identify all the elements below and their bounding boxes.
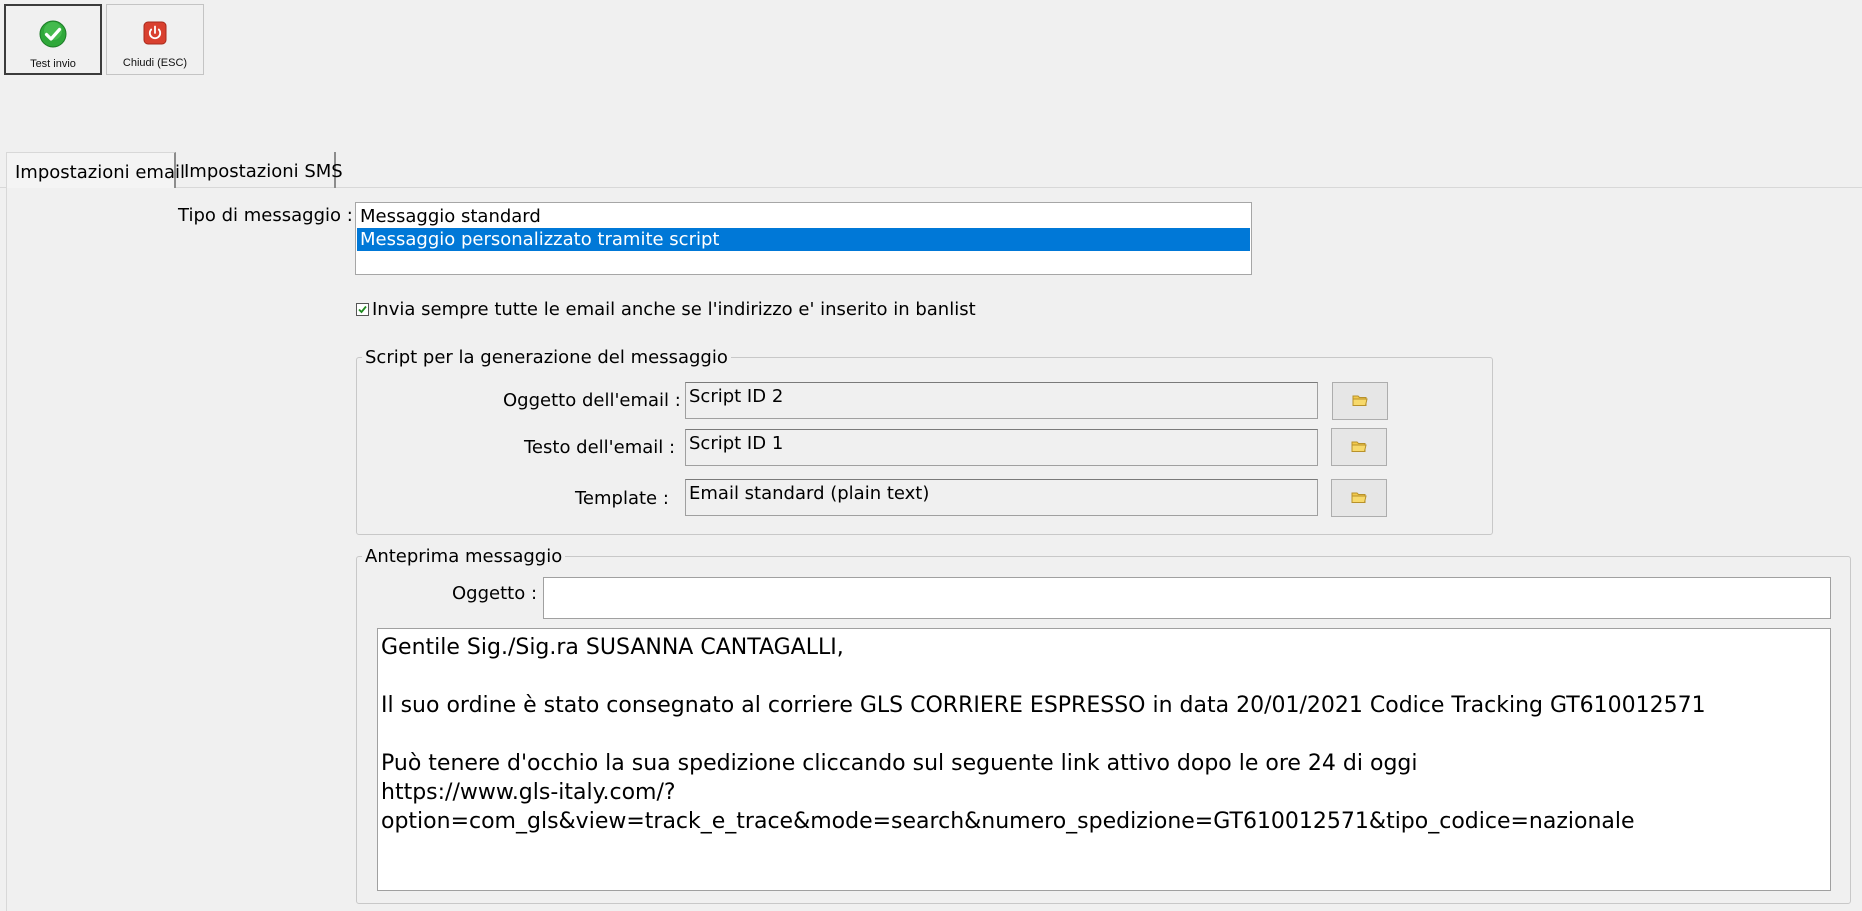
test-send-label: Test invio [30, 58, 76, 70]
checkmark-icon [358, 305, 367, 314]
preview-body-textarea[interactable]: Gentile Sig./Sig.ra SUSANNA CANTAGALLI, … [377, 628, 1831, 891]
message-type-option-script[interactable]: Messaggio personalizzato tramite script [357, 228, 1250, 251]
close-label: Chiudi (ESC) [122, 57, 188, 69]
message-type-label: Tipo di messaggio : [178, 205, 353, 226]
test-send-button[interactable]: Test invio [4, 4, 102, 75]
template-field: Email standard (plain text) [685, 479, 1318, 516]
tab-sms-settings[interactable]: Impostazioni SMS [176, 152, 343, 188]
message-type-option-standard[interactable]: Messaggio standard [357, 205, 1250, 228]
script-group-title: Script per la generazione del messaggio [362, 347, 731, 368]
folder-icon [1351, 489, 1367, 508]
preview-subject-field[interactable] [543, 577, 1831, 619]
message-type-listbox[interactable]: Messaggio standard Messaggio personalizz… [355, 202, 1252, 275]
tab-email-settings[interactable]: Impostazioni email [6, 152, 185, 188]
email-body-script-field: Script ID 1 [685, 429, 1318, 466]
email-subject-script-field: Script ID 2 [685, 382, 1318, 419]
browse-subject-script-button[interactable] [1332, 382, 1388, 420]
close-button[interactable]: Chiudi (ESC) [106, 4, 204, 75]
power-icon [141, 19, 169, 47]
browse-body-script-button[interactable] [1331, 428, 1387, 466]
folder-icon [1352, 392, 1368, 411]
template-label: Template : [575, 488, 669, 509]
email-body-script-label: Testo dell'email : [524, 437, 676, 458]
check-circle-icon [39, 20, 67, 48]
preview-subject-label: Oggetto : [452, 583, 538, 604]
folder-icon [1351, 438, 1367, 457]
banlist-checkbox-label[interactable]: Invia sempre tutte le email anche se l'i… [372, 299, 976, 320]
tab-panel-border [6, 187, 7, 911]
email-subject-script-label: Oggetto dell'email : [503, 390, 681, 411]
browse-template-button[interactable] [1331, 479, 1387, 517]
banlist-checkbox[interactable] [356, 303, 369, 316]
preview-group-title: Anteprima messaggio [362, 546, 566, 567]
